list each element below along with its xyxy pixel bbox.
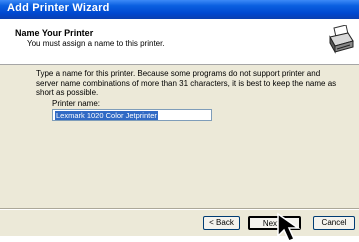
page-subtitle: You must assign a name to this printer. (27, 39, 165, 48)
mouse-pointer-icon (277, 212, 301, 242)
page-title: Name Your Printer (15, 28, 94, 38)
title-bar[interactable]: Add Printer Wizard (0, 0, 359, 19)
back-button[interactable]: < Back (203, 216, 240, 230)
printer-name-label: Printer name: (52, 99, 101, 108)
printer-icon (329, 25, 354, 54)
instructions-text: Type a name for this printer. Because so… (36, 69, 337, 97)
button-separator (0, 208, 359, 210)
add-printer-wizard-window: Add Printer Wizard Name Your Printer You… (0, 0, 359, 236)
wizard-body: Type a name for this printer. Because so… (0, 65, 359, 208)
printer-name-value[interactable]: Lexmark 1020 Color Jetprinter (55, 111, 158, 120)
cancel-button[interactable]: Cancel (313, 216, 355, 230)
wizard-header: Name Your Printer You must assign a name… (0, 19, 359, 65)
window-title: Add Printer Wizard (7, 2, 110, 14)
printer-name-input[interactable]: Lexmark 1020 Color Jetprinter (52, 109, 212, 121)
